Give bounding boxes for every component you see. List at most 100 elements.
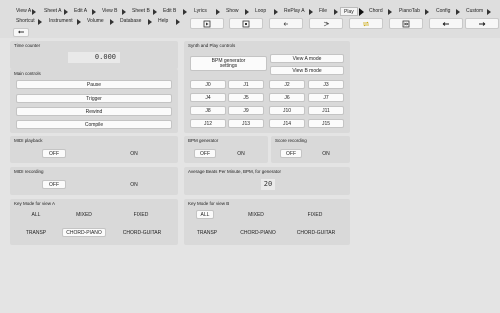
tab-volume[interactable]: Volume bbox=[84, 17, 107, 25]
j9-button[interactable]: J9 bbox=[228, 106, 264, 115]
j5-button[interactable]: J5 bbox=[228, 93, 264, 102]
tab-pianotab[interactable]: PianoTab bbox=[396, 7, 423, 15]
chevron-right-icon bbox=[456, 9, 460, 15]
stop-icon[interactable] bbox=[229, 18, 263, 29]
chevron-right-icon bbox=[334, 9, 338, 15]
chevron-right-icon bbox=[64, 9, 68, 15]
chevron-right-icon bbox=[309, 9, 313, 15]
midi-recording-title: MIDI recording bbox=[14, 169, 44, 174]
synth-controls-panel: Synth and Play controls BPM generator se… bbox=[184, 41, 350, 133]
back-icon[interactable] bbox=[269, 18, 303, 29]
j7-button[interactable]: J7 bbox=[308, 93, 344, 102]
j6-button[interactable]: J6 bbox=[269, 93, 305, 102]
key-mode-b-transp[interactable]: TRANSP bbox=[192, 230, 222, 236]
tab-view-b[interactable]: View B bbox=[99, 7, 120, 15]
play-icon[interactable] bbox=[190, 18, 224, 29]
right-arrow-icon[interactable] bbox=[465, 18, 499, 29]
key-mode-a-all[interactable]: ALL bbox=[26, 212, 46, 218]
score-recording-off-button[interactable]: OFF bbox=[280, 149, 302, 158]
j0-button[interactable]: J0 bbox=[190, 80, 226, 89]
score-recording-title: Score recording bbox=[275, 138, 307, 143]
bpm-generator-off-button[interactable]: OFF bbox=[194, 149, 216, 158]
key-mode-b-all[interactable]: ALL bbox=[196, 210, 214, 219]
j3-button[interactable]: J3 bbox=[308, 80, 344, 89]
tab-lyrics[interactable]: Lyrics bbox=[191, 7, 210, 15]
tab-file[interactable]: File bbox=[316, 7, 330, 15]
tab-show[interactable]: Show bbox=[223, 7, 242, 15]
time-counter-title: Time counter bbox=[14, 43, 41, 48]
chevron-right-icon bbox=[92, 9, 96, 15]
chevron-right-icon bbox=[183, 9, 187, 15]
menu-bar: View A Sheet A Edit A View B Sheet B Edi… bbox=[0, 0, 500, 38]
midi-recording-panel: MIDI recording OFF ON bbox=[10, 167, 178, 195]
compile-button[interactable]: Compile bbox=[16, 120, 172, 129]
bpm-generator-settings-button[interactable]: BPM generator settings bbox=[190, 56, 267, 71]
average-bpm-value[interactable]: 20 bbox=[261, 179, 275, 190]
key-mode-a-mixed[interactable]: MIXED bbox=[72, 212, 96, 218]
time-counter-panel: Time counter 0.000 bbox=[10, 41, 178, 69]
tab-sheet-a[interactable]: Sheet A bbox=[41, 7, 65, 15]
tab-instrument[interactable]: Instrument bbox=[46, 17, 76, 25]
pause-button[interactable]: Pause bbox=[16, 80, 172, 89]
midi-recording-off-button[interactable]: OFF bbox=[42, 180, 66, 189]
view-a-mode-button[interactable]: View A mode bbox=[270, 54, 344, 63]
midi-playback-on-option[interactable]: ON bbox=[126, 151, 142, 157]
j11-button[interactable]: J11 bbox=[308, 106, 344, 115]
j10-button[interactable]: J10 bbox=[269, 106, 305, 115]
chevron-right-icon bbox=[388, 9, 392, 15]
key-mode-a-chord-guitar[interactable]: CHORD-GUITAR bbox=[120, 230, 164, 236]
tab-play[interactable]: Play bbox=[340, 7, 358, 16]
chevron-right-icon bbox=[148, 19, 152, 25]
tab-replay-a[interactable]: RePlay A bbox=[281, 7, 308, 15]
chevron-right-icon bbox=[487, 9, 491, 15]
j8-button[interactable]: J8 bbox=[190, 106, 226, 115]
key-mode-b-chord-guitar[interactable]: CHORD-GUITAR bbox=[294, 230, 338, 236]
key-mode-a-transp[interactable]: TRANSP bbox=[21, 230, 51, 236]
tab-edit-a[interactable]: Edit A bbox=[71, 7, 90, 15]
j1-button[interactable]: J1 bbox=[228, 80, 264, 89]
rewind-button[interactable]: Rewind bbox=[16, 107, 172, 116]
average-bpm-panel: Average Beats Per Minute, BPM, for gener… bbox=[184, 167, 350, 195]
j13-button[interactable]: J13 bbox=[228, 119, 264, 128]
midi-recording-on-option[interactable]: ON bbox=[126, 182, 142, 188]
j4-button[interactable]: J4 bbox=[190, 93, 226, 102]
midi-playback-off-button[interactable]: OFF bbox=[42, 149, 66, 158]
key-mode-a-fixed[interactable]: FIXED bbox=[130, 212, 152, 218]
tab-loop[interactable]: Loop bbox=[252, 7, 269, 15]
chevron-right-icon bbox=[245, 9, 249, 15]
left-arrow-icon[interactable] bbox=[429, 18, 463, 29]
key-mode-b-panel: Key Mode for view B ALL MIXED FIXED TRAN… bbox=[184, 199, 350, 245]
chevron-right-icon bbox=[32, 9, 36, 15]
j12-button[interactable]: J12 bbox=[190, 119, 226, 128]
key-mode-a-panel: Key Mode for view A ALL MIXED FIXED TRAN… bbox=[10, 199, 178, 245]
key-mode-b-fixed[interactable]: FIXED bbox=[304, 212, 326, 218]
midi-playback-panel: MIDI playback OFF ON bbox=[10, 136, 178, 163]
key-mode-b-chord-piano[interactable]: CHORD-PIANO bbox=[236, 230, 280, 236]
tab-config[interactable]: Config bbox=[433, 7, 453, 15]
chevron-right-icon bbox=[77, 19, 81, 25]
key-mode-b-mixed[interactable]: MIXED bbox=[244, 212, 268, 218]
view-b-mode-button[interactable]: View B mode bbox=[270, 66, 344, 75]
tab-database[interactable]: Database bbox=[117, 17, 144, 25]
tab-help[interactable]: Help bbox=[155, 17, 171, 25]
chevron-right-icon bbox=[122, 9, 126, 15]
tab-sheet-b[interactable]: Sheet B bbox=[129, 7, 153, 15]
j14-button[interactable]: J14 bbox=[269, 119, 305, 128]
bpm-generator-on-option[interactable]: ON bbox=[234, 151, 248, 157]
tab-edit-b[interactable]: Edit B bbox=[160, 7, 179, 15]
score-recording-panel: Score recording OFF ON bbox=[271, 136, 350, 163]
shuffle-icon[interactable] bbox=[349, 18, 383, 29]
loop-icon[interactable] bbox=[13, 28, 29, 37]
tab-shortcut[interactable]: Shortcut bbox=[13, 17, 38, 25]
key-mode-a-chord-piano[interactable]: CHORD-PIANO bbox=[62, 228, 106, 237]
forward-icon[interactable] bbox=[389, 18, 423, 29]
chevron-right-icon bbox=[176, 19, 180, 25]
j15-button[interactable]: J15 bbox=[308, 119, 344, 128]
tab-custom[interactable]: Custom bbox=[463, 7, 486, 15]
score-recording-on-option[interactable]: ON bbox=[319, 151, 333, 157]
j2-button[interactable]: J2 bbox=[269, 80, 305, 89]
time-counter-display: 0.000 bbox=[68, 52, 120, 63]
trigger-button[interactable]: Trigger bbox=[16, 94, 172, 103]
rewind-icon[interactable] bbox=[309, 18, 343, 29]
tab-chord[interactable]: Chord bbox=[366, 7, 386, 15]
